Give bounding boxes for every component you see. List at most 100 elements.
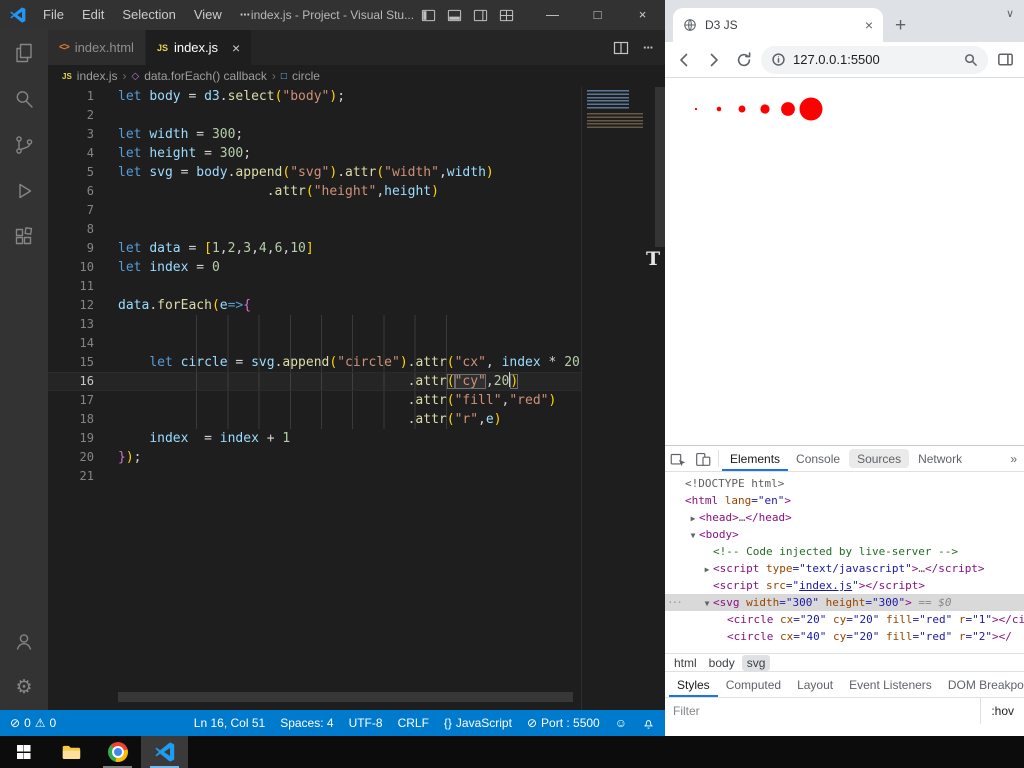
- maximize-button[interactable]: □: [575, 0, 620, 30]
- menu-file[interactable]: File: [34, 0, 73, 30]
- indentation[interactable]: Spaces: 4: [280, 716, 333, 730]
- search-icon[interactable]: [0, 76, 48, 122]
- dom-node[interactable]: <script src="index.js"></script>: [665, 577, 1024, 594]
- code-line-8[interactable]: 8: [48, 220, 665, 239]
- code-line-14[interactable]: 14: [48, 334, 665, 353]
- code-line-2[interactable]: 2: [48, 106, 665, 125]
- start-button[interactable]: [0, 736, 47, 768]
- taskbar-file-explorer[interactable]: [47, 736, 94, 768]
- cursor-position[interactable]: Ln 16, Col 51: [194, 716, 265, 730]
- url-text[interactable]: 127.0.0.1:5500: [793, 52, 956, 67]
- code-line-12[interactable]: 12 data.forEach(e=>{: [48, 296, 665, 315]
- line-number[interactable]: 15: [48, 353, 94, 372]
- taskbar-chrome[interactable]: [94, 736, 141, 768]
- toggle-panel-icon[interactable]: [447, 8, 462, 23]
- code-line-11[interactable]: 11: [48, 277, 665, 296]
- back-button[interactable]: [671, 47, 697, 73]
- pane-styles[interactable]: Styles: [669, 672, 718, 697]
- breadcrumb-symbol[interactable]: circle: [292, 69, 320, 83]
- line-number[interactable]: 16: [48, 372, 94, 391]
- line-number[interactable]: 18: [48, 410, 94, 429]
- settings-gear-icon[interactable]: ⚙: [0, 664, 48, 710]
- toggle-secondary-sidebar-icon[interactable]: [473, 8, 488, 23]
- code-line-7[interactable]: 7: [48, 201, 665, 220]
- side-panel-icon[interactable]: [992, 47, 1018, 73]
- line-number[interactable]: 20: [48, 448, 94, 467]
- tab-elements[interactable]: Elements: [722, 446, 788, 471]
- crumb-html[interactable]: html: [669, 655, 702, 671]
- run-debug-icon[interactable]: [0, 168, 48, 214]
- line-number[interactable]: 17: [48, 391, 94, 410]
- tab-index-js[interactable]: JS index.js ×: [145, 30, 253, 65]
- pane-event-listeners[interactable]: Event Listeners: [841, 672, 940, 697]
- pane-computed[interactable]: Computed: [718, 672, 789, 697]
- menu-edit[interactable]: Edit: [73, 0, 113, 30]
- code-line-21[interactable]: 21: [48, 467, 665, 486]
- toggle-element-state-button[interactable]: :hov: [980, 698, 1024, 724]
- line-number[interactable]: 13: [48, 315, 94, 334]
- more-panels-icon[interactable]: »: [1003, 446, 1024, 471]
- line-number[interactable]: 12: [48, 296, 94, 315]
- problems-indicator[interactable]: ⊘ 0 ⚠ 0: [10, 716, 56, 730]
- reload-button[interactable]: [731, 47, 757, 73]
- menu-view[interactable]: View: [185, 0, 231, 30]
- code-line-16[interactable]: 16 .attr("cy",20): [48, 372, 665, 391]
- account-icon[interactable]: [0, 618, 48, 664]
- code-line-1[interactable]: 1 let body = d3.select("body");: [48, 87, 665, 106]
- code-line-15[interactable]: 15 let circle = svg.append("circle").att…: [48, 353, 665, 372]
- minimap[interactable]: [581, 87, 665, 710]
- language-mode[interactable]: {} JavaScript: [444, 716, 512, 730]
- breadcrumb-scope[interactable]: data.forEach() callback: [144, 69, 267, 83]
- line-number[interactable]: 9: [48, 239, 94, 258]
- new-tab-button[interactable]: +: [895, 16, 906, 35]
- code-line-20[interactable]: 20});: [48, 448, 665, 467]
- extensions-icon[interactable]: [0, 214, 48, 260]
- expand-arrow-icon[interactable]: ▶: [687, 510, 699, 526]
- code-line-17[interactable]: 17 .attr("fill","red"): [48, 391, 665, 410]
- dom-node[interactable]: <circle cx="40" cy="20" fill="red" r="2"…: [665, 628, 1024, 645]
- live-server-port[interactable]: ⊘ Port : 5500: [527, 716, 600, 730]
- code-line-5[interactable]: 5 let svg = body.append("svg").attr("widt…: [48, 163, 665, 182]
- code-line-3[interactable]: 3 let width = 300;: [48, 125, 665, 144]
- encoding[interactable]: UTF-8: [349, 716, 383, 730]
- tab-console[interactable]: Console: [788, 446, 848, 471]
- explorer-icon[interactable]: [0, 30, 48, 76]
- crumb-body[interactable]: body: [704, 655, 740, 671]
- chevron-down-icon[interactable]: ∨: [1006, 7, 1014, 20]
- collapse-arrow-icon[interactable]: ▼: [687, 527, 699, 543]
- code-line-9[interactable]: 9 let data = [1,2,3,4,6,10]: [48, 239, 665, 258]
- horizontal-scrollbar[interactable]: [118, 692, 573, 702]
- tab-index-html[interactable]: <> index.html: [48, 30, 146, 65]
- close-tab-icon[interactable]: ×: [232, 40, 240, 56]
- collapse-arrow-icon[interactable]: ▼: [701, 595, 713, 611]
- split-editor-icon[interactable]: [613, 40, 629, 56]
- code-line-6[interactable]: 6 .attr("height",height): [48, 182, 665, 201]
- breadcrumb-file[interactable]: index.js: [77, 69, 118, 83]
- dom-node[interactable]: ▶ <head>…</head>: [665, 509, 1024, 526]
- dom-node[interactable]: ▶ <script type="text/javascript">…</scrip…: [665, 560, 1024, 577]
- line-number[interactable]: 6: [48, 182, 94, 201]
- dom-node[interactable]: <html lang="en">: [665, 492, 1024, 509]
- code-line-18[interactable]: 18 .attr("r",e): [48, 410, 665, 429]
- code-line-19[interactable]: 19 index = index + 1: [48, 429, 665, 448]
- line-number[interactable]: 21: [48, 467, 94, 486]
- tab-sources[interactable]: Sources: [849, 449, 910, 468]
- inspect-element-icon[interactable]: [665, 446, 690, 471]
- line-number[interactable]: 14: [48, 334, 94, 353]
- address-bar[interactable]: 127.0.0.1:5500: [761, 45, 988, 74]
- dom-node[interactable]: <circle cx="20" cy="20" fill="red" r="1"…: [665, 611, 1024, 628]
- line-number[interactable]: 10: [48, 258, 94, 277]
- pane-layout[interactable]: Layout: [789, 672, 841, 697]
- line-number[interactable]: 5: [48, 163, 94, 182]
- line-number[interactable]: 3: [48, 125, 94, 144]
- dom-node[interactable]: <!-- Code injected by live-server -->: [665, 543, 1024, 560]
- pane-dom-breakpoints[interactable]: DOM Breakpo: [940, 672, 1024, 697]
- forward-button[interactable]: [701, 47, 727, 73]
- code-editor[interactable]: 1 let body = d3.select("body"); 2 3 let widt…: [48, 87, 665, 710]
- dom-node[interactable]: <!DOCTYPE html>: [665, 475, 1024, 492]
- device-toolbar-icon[interactable]: [690, 446, 715, 471]
- line-number[interactable]: 4: [48, 144, 94, 163]
- code-line-13[interactable]: 13: [48, 315, 665, 334]
- feedback-icon[interactable]: ☺: [615, 716, 627, 730]
- expand-arrow-icon[interactable]: ▶: [701, 561, 713, 577]
